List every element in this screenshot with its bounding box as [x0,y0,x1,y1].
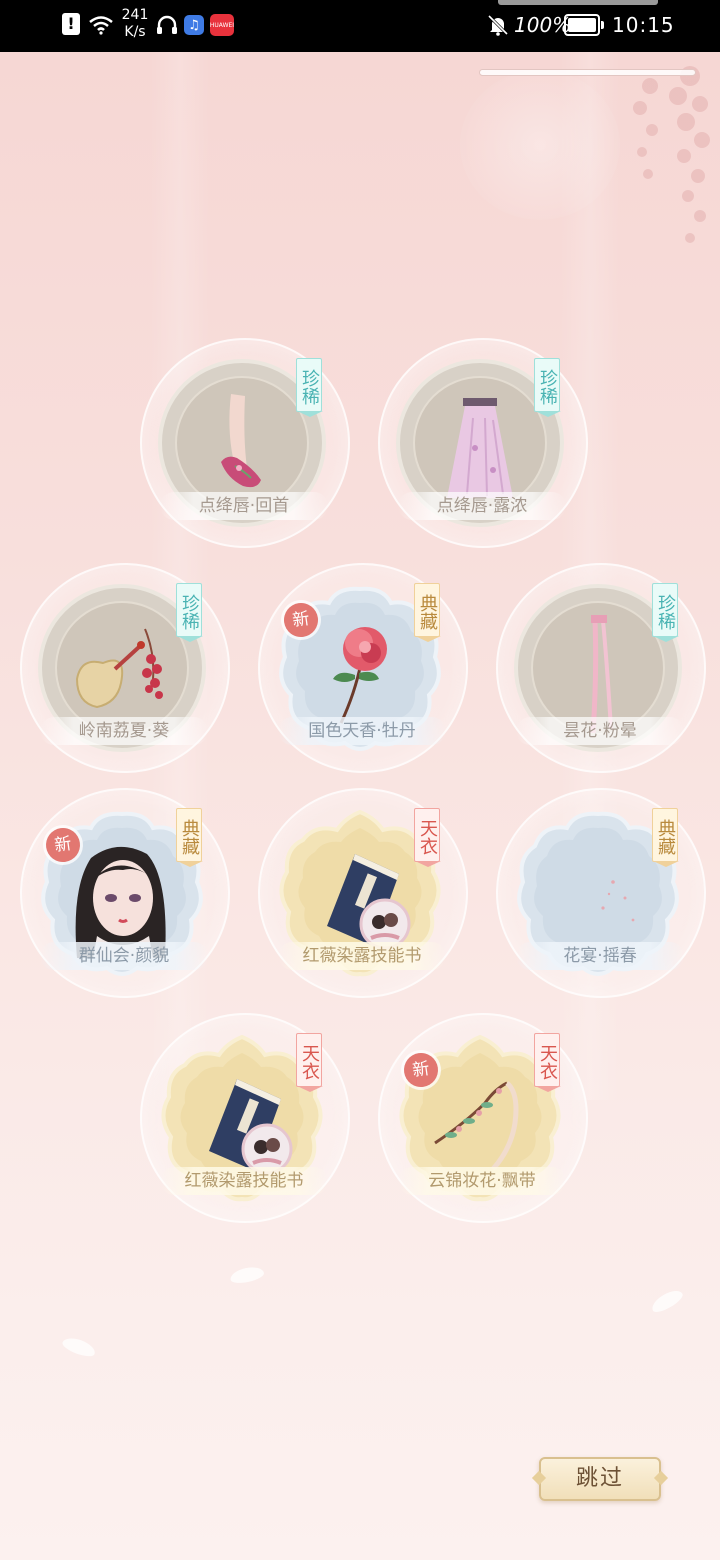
tag-badge: 天衣 [414,808,441,867]
reward-item[interactable]: 珍稀 岭南荔夏·葵 [20,563,230,773]
item-name: 昙花·粉晕 [516,717,684,745]
reward-item[interactable]: 典藏 花宴·摇春 [496,788,706,998]
tag-badge: 典藏 [176,808,203,867]
alert-icon: ! [62,13,80,35]
item-name: 岭南荔夏·葵 [40,717,208,745]
tag-badge: 天衣 [534,1033,561,1092]
reward-item[interactable]: 珍稀 点绛唇·回首 [140,338,350,548]
reward-item[interactable]: 天衣 红薇染露技能书 [140,1013,350,1223]
wifi-icon [88,13,114,37]
reward-item[interactable]: 新 天衣 云锦妆花·飘带 [378,1013,588,1223]
bell-muted-icon [487,13,509,37]
petal-decoration [60,1334,98,1360]
tag-badge: 珍稀 [652,583,679,642]
reward-item[interactable]: 新 典藏 群仙会·颜貌 [20,788,230,998]
skip-button[interactable]: 跳过 [539,1457,661,1501]
item-name: 红薇染露技能书 [278,942,446,970]
item-name: 国色天香·牡丹 [278,717,446,745]
item-name: 云锦妆花·飘带 [398,1167,566,1195]
top-progress-pill [479,69,696,76]
item-name: 群仙会·颜貌 [40,942,208,970]
network-speed: 241 K/s [121,7,149,40]
petal-decoration [228,1264,266,1286]
status-bar: ! 241 K/s ♫ HUAWEI 100% 10:15 [0,0,720,52]
tag-badge: 珍稀 [534,358,561,417]
reward-item[interactable]: 珍稀 点绛唇·露浓 [378,338,588,548]
item-name: 点绛唇·露浓 [398,492,566,520]
battery-icon [564,14,604,36]
battery-percent: 100% [514,13,572,37]
tag-badge: 典藏 [652,808,679,867]
petal-decoration [648,1286,686,1316]
reward-item[interactable]: 天衣 红薇染露技能书 [258,788,468,998]
huawei-app-icon: HUAWEI [210,14,234,36]
reward-item[interactable]: 新 典藏 国色天香·牡丹 [258,563,468,773]
tag-badge: 典藏 [414,583,441,642]
wisteria-branch-decoration [633,66,710,243]
music-app-icon: ♫ [184,15,204,35]
tag-badge: 珍稀 [296,358,323,417]
headphones-icon [156,13,178,37]
reward-item[interactable]: 珍稀 昙花·粉晕 [496,563,706,773]
status-bar-handle [498,0,658,5]
clock: 10:15 [612,13,675,37]
item-name: 点绛唇·回首 [160,492,328,520]
item-name: 花宴·摇春 [516,942,684,970]
tag-badge: 珍稀 [176,583,203,642]
tag-badge: 天衣 [296,1033,323,1092]
item-name: 红薇染露技能书 [160,1167,328,1195]
